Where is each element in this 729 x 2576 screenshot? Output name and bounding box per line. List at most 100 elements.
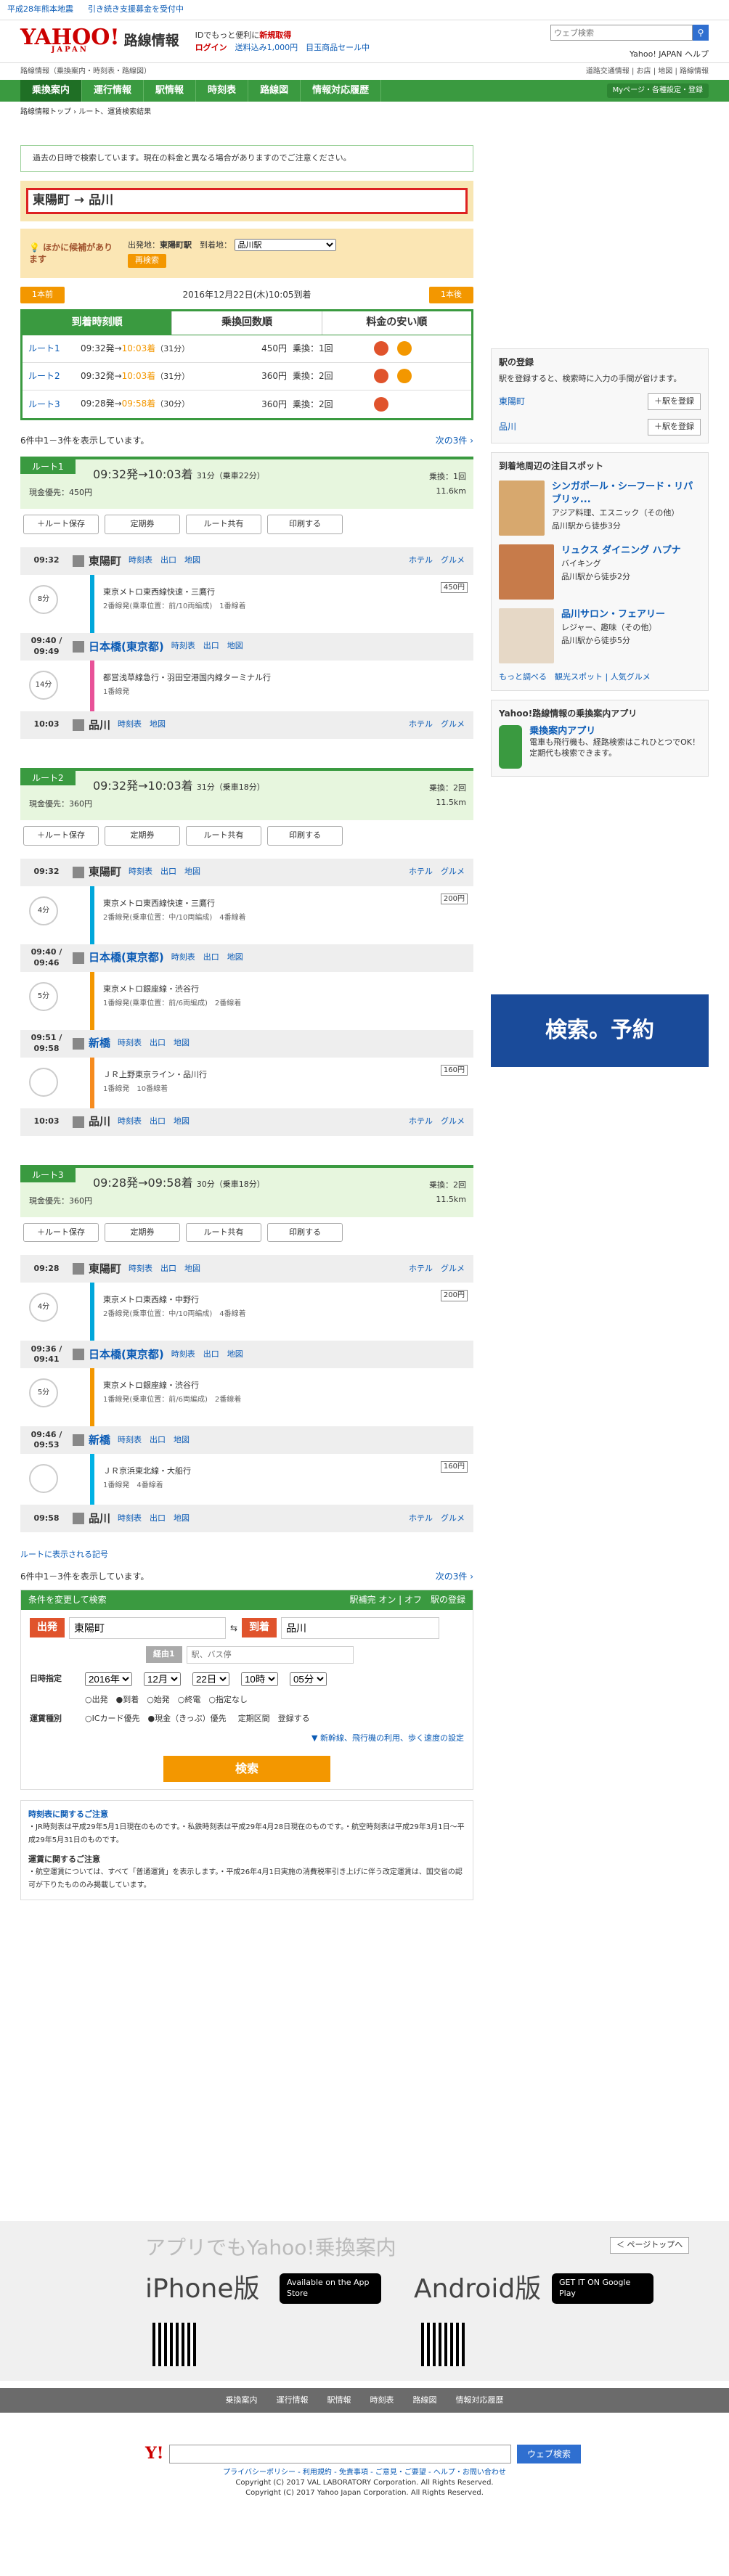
via-input[interactable]	[186, 1645, 354, 1664]
station-complete-toggle[interactable]: 駅補完 オン | オフ 駅の登録	[350, 1594, 466, 1606]
tab-cheapest[interactable]: 料金の安い順	[322, 311, 471, 335]
register-button-2[interactable]: ＋駅を登録	[648, 418, 701, 436]
footer-search-input[interactable]	[169, 2444, 511, 2463]
route-save-button[interactable]: ＋ルート保存	[23, 514, 99, 534]
print-button[interactable]: 印刷する	[267, 825, 343, 846]
station-links[interactable]: 時刻表 出口 地図	[171, 641, 243, 652]
footer-nav-timetable[interactable]: 時刻表	[370, 2395, 394, 2406]
footer-links[interactable]: プライバシーポリシー - 利用規約 - 免責事項 - ご意見・ご要望 - ヘルプ…	[0, 2468, 729, 2478]
spot-image[interactable]	[499, 480, 545, 536]
station-name[interactable]: 品川	[89, 1511, 110, 1526]
station-name[interactable]: 日本橋(東京都)	[89, 639, 164, 654]
route-share-button[interactable]: ルート共有	[186, 825, 261, 846]
prev-button[interactable]: 1本前	[20, 286, 65, 303]
nav-timetable[interactable]: 時刻表	[196, 80, 249, 102]
footer-search-button[interactable]: ウェブ検索	[516, 2444, 581, 2463]
spot-image[interactable]	[499, 544, 554, 600]
summary-route-label[interactable]: ルート2	[28, 370, 75, 382]
teiki-button[interactable]: 定期券	[105, 1222, 180, 1243]
time-mode-radios[interactable]: ○出発 ●到着 ○始発 ○終電 ○指定なし	[30, 1695, 464, 1706]
station-name[interactable]: 新橋	[89, 1036, 110, 1050]
station-links[interactable]: 時刻表 出口 地図	[118, 1038, 190, 1049]
breadcrumb[interactable]: 路線情報トップ › ルート、運賃検索結果	[0, 102, 729, 123]
nav-transfer[interactable]: 乗換案内	[20, 80, 83, 102]
station-links[interactable]: 時刻表 出口 地図	[118, 1116, 190, 1127]
summary-row[interactable]: ルート1 09:32発→10:03着（31分） 450円 乗換：1回	[23, 335, 471, 363]
minute-select[interactable]: 05分	[290, 1672, 327, 1686]
summary-row[interactable]: ルート2 09:32発→10:03着（31分） 360円 乗換：2回	[23, 363, 471, 391]
notice-link[interactable]: 平成28年熊本地震	[7, 4, 73, 15]
pagetop-link[interactable]: ＜ ページトップへ	[610, 2237, 690, 2254]
service-name[interactable]: 路線情報	[124, 32, 179, 51]
day-select[interactable]: 22日	[192, 1672, 229, 1686]
teiki-link[interactable]: 定期区間 登録する	[238, 1714, 310, 1725]
spot-item[interactable]: 品川サロン・フェアリー レジャー、趣味（その他） 品川駅から徒歩5分	[499, 608, 701, 663]
station-services[interactable]: ホテル グルメ	[409, 1264, 465, 1275]
tab-arrival-time[interactable]: 到着時刻順	[23, 311, 173, 335]
register-button-1[interactable]: ＋駅を登録	[648, 393, 701, 410]
station-name[interactable]: 新橋	[89, 1433, 110, 1447]
legend-link[interactable]: ルートに表示される記号	[20, 1550, 473, 1561]
header-links[interactable]: Yahoo! JAPAN ヘルプ	[630, 49, 709, 60]
spot-name[interactable]: シンガポール・シーフード・リパブリッ...	[552, 481, 701, 507]
station-name[interactable]: 日本橋(東京都)	[89, 950, 164, 965]
station-links[interactable]: 時刻表 出口 地図	[171, 952, 243, 963]
route-share-button[interactable]: ルート共有	[186, 1222, 261, 1243]
summary-route-label[interactable]: ルート1	[28, 343, 75, 354]
service-links[interactable]: 道路交通情報 | お店 | 地図 | 路線情報	[586, 67, 709, 77]
register-station-2[interactable]: 品川	[499, 421, 516, 433]
station-services[interactable]: ホテル グルメ	[409, 719, 465, 730]
route-save-button[interactable]: ＋ルート保存	[23, 825, 99, 846]
footer-nav-operation[interactable]: 運行情報	[277, 2395, 309, 2406]
nav-map[interactable]: 路線図	[248, 80, 301, 102]
tab-transfer-count[interactable]: 乗換回数順	[172, 311, 322, 335]
teiki-button[interactable]: 定期券	[105, 514, 180, 534]
station-name[interactable]: 品川	[89, 718, 110, 732]
fare-type-radios[interactable]: ○ICカード優先 ●現金（きっぷ）優先	[85, 1714, 227, 1725]
research-button[interactable]: 再検索	[128, 253, 166, 268]
station-services[interactable]: ホテル グルメ	[409, 867, 465, 878]
next-results-link[interactable]: 次の3件 ›	[436, 435, 473, 446]
spot-more[interactable]: もっと調べる 観光スポット | 人気グルメ	[499, 672, 701, 683]
station-links[interactable]: 時刻表 出口 地図	[129, 1264, 200, 1275]
footer-nav-transfer[interactable]: 乗換案内	[226, 2395, 258, 2406]
spot-name[interactable]: リュクス ダイニング ハプナ	[561, 544, 681, 557]
promo-link[interactable]: 送料込み1,000円 目玉商品セール中	[235, 43, 370, 52]
route-save-button[interactable]: ＋ルート保存	[23, 1222, 99, 1243]
station-links[interactable]: 時刻表 出口 地図	[129, 555, 200, 566]
nav-history[interactable]: 情報対応履歴	[301, 80, 382, 102]
hour-select[interactable]: 10時	[241, 1672, 278, 1686]
footer-nav-history[interactable]: 情報対応履歴	[456, 2395, 504, 2406]
footer-nav-map[interactable]: 路線図	[413, 2395, 437, 2406]
advanced-settings[interactable]: ▼ 新幹線、飛行機の利用、歩く速度の設定	[30, 1733, 464, 1744]
station-services[interactable]: ホテル グルメ	[409, 1116, 465, 1127]
spot-image[interactable]	[499, 608, 554, 663]
nav-operation[interactable]: 運行情報	[82, 80, 144, 102]
station-name[interactable]: 東陽町	[89, 1262, 121, 1276]
web-search-input[interactable]	[550, 25, 693, 41]
month-select[interactable]: 12月	[144, 1672, 181, 1686]
print-button[interactable]: 印刷する	[267, 1222, 343, 1243]
login-link[interactable]: ログイン	[195, 43, 227, 52]
station-name[interactable]: 東陽町	[89, 554, 121, 568]
station-links[interactable]: 時刻表 出口 地図	[118, 1435, 190, 1446]
teiki-button[interactable]: 定期券	[105, 825, 180, 846]
year-select[interactable]: 2016年	[85, 1672, 132, 1686]
route-share-button[interactable]: ルート共有	[186, 514, 261, 534]
from-input[interactable]	[69, 1616, 226, 1639]
swap-icon[interactable]: ⇆	[230, 1622, 237, 1634]
googleplay-badge[interactable]: GET IT ON Google Play	[552, 2273, 653, 2304]
appstore-badge[interactable]: Available on the App Store	[280, 2273, 381, 2304]
next-results-link-2[interactable]: 次の3件 ›	[436, 1571, 473, 1582]
yahoo-logo[interactable]: YAHOO! JAPAN	[20, 27, 120, 54]
app-icon[interactable]	[499, 724, 523, 769]
signup-link[interactable]: 新規取得	[259, 30, 291, 40]
to-input[interactable]	[281, 1616, 440, 1639]
station-links[interactable]: 時刻表 出口 地図	[171, 1349, 243, 1360]
footer-nav-station[interactable]: 駅情報	[327, 2395, 351, 2406]
mypage-button[interactable]: Myページ・各種設定・登録	[606, 83, 709, 98]
station-links[interactable]: 時刻表 出口 地図	[118, 1513, 190, 1524]
register-station-1[interactable]: 東陽町	[499, 396, 525, 407]
print-button[interactable]: 印刷する	[267, 514, 343, 534]
dest-select[interactable]: 品川駅	[234, 238, 336, 251]
